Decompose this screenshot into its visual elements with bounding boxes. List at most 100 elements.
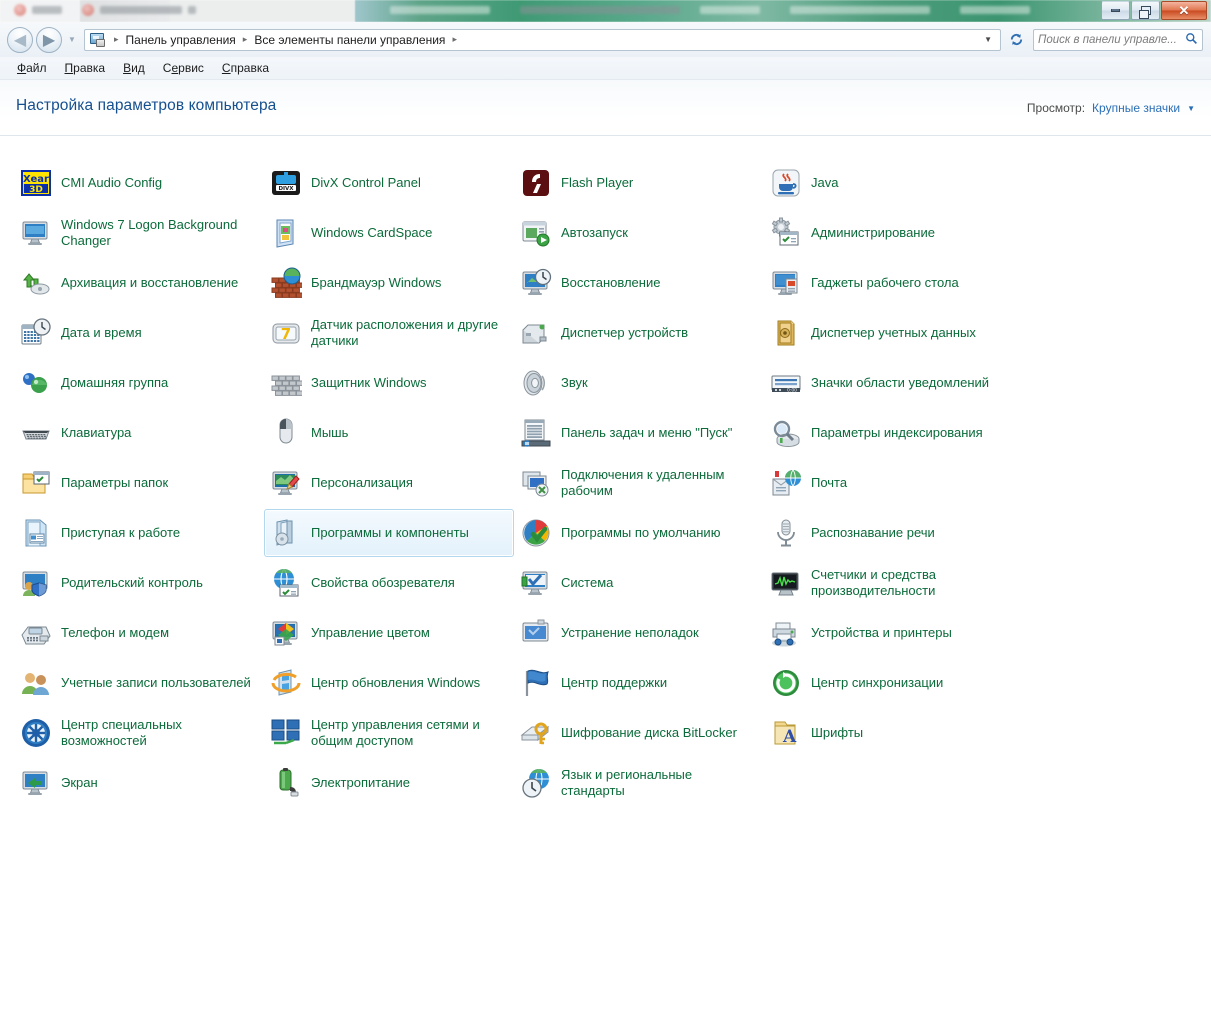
- breadcrumb-separator[interactable]: ▸: [239, 34, 252, 45]
- svg-text:3D: 3D: [29, 185, 43, 195]
- search-input[interactable]: Поиск в панели управле...: [1033, 29, 1203, 51]
- control-panel-item[interactable]: 0:00Значки области уведомлений: [764, 359, 1026, 407]
- control-panel-item[interactable]: Диспетчер учетных данных: [764, 309, 1026, 357]
- control-panel-item[interactable]: Windows CardSpace: [264, 209, 514, 257]
- control-panel-item[interactable]: Клавиатура: [14, 409, 264, 457]
- menu-file-rest: айл: [26, 61, 46, 75]
- control-panel-item[interactable]: Windows 7 Logon Background Changer: [14, 209, 264, 257]
- control-panel-item[interactable]: Персонализация: [264, 459, 514, 507]
- control-panel-item[interactable]: Диспетчер устройств: [514, 309, 764, 357]
- control-panel-item[interactable]: Система: [514, 559, 764, 607]
- control-panel-item-label: Программы по умолчанию: [561, 525, 720, 541]
- control-panel-item[interactable]: Учетные записи пользователей: [14, 659, 264, 707]
- background-tab-text: [520, 6, 680, 14]
- page-title: Настройка параметров компьютера: [16, 97, 276, 115]
- control-panel-item[interactable]: Центр поддержки: [514, 659, 764, 707]
- control-panel-item[interactable]: 7Датчик расположения и другие датчики: [264, 309, 514, 357]
- menu-edit[interactable]: Правка: [56, 59, 115, 77]
- breadcrumb[interactable]: ▸ Панель управления ▸ Все элементы панел…: [84, 29, 1001, 51]
- control-panel-item-label: Диспетчер учетных данных: [811, 325, 976, 341]
- control-panel-item[interactable]: Восстановление: [514, 259, 764, 307]
- control-panel-item[interactable]: Центр управления сетями и общим доступом: [264, 709, 514, 757]
- control-panel-item-label: Язык и региональные стандарты: [561, 767, 751, 799]
- control-panel-item-label: Центр поддержки: [561, 675, 667, 691]
- control-panel-item[interactable]: Программы и компоненты: [264, 509, 514, 557]
- menu-view[interactable]: Вид: [114, 59, 154, 77]
- breadcrumb-item-control-panel[interactable]: Панель управления: [123, 31, 239, 49]
- control-panel-item-label: Телефон и модем: [61, 625, 169, 641]
- breadcrumb-dropdown-icon[interactable]: ▼: [984, 35, 998, 44]
- refresh-button[interactable]: [1005, 29, 1027, 51]
- control-panel-item-label: Звук: [561, 375, 588, 391]
- remote-connections-icon: [520, 467, 552, 499]
- background-tab-text: [790, 6, 930, 14]
- control-panel-item[interactable]: Управление цветом: [264, 609, 514, 657]
- control-panel-item[interactable]: Гаджеты рабочего стола: [764, 259, 1026, 307]
- control-panel-item[interactable]: Параметры папок: [14, 459, 264, 507]
- control-panel-item[interactable]: Дата и время: [14, 309, 264, 357]
- control-panel-item[interactable]: Flash Player: [514, 159, 764, 207]
- menu-help[interactable]: Справка: [213, 59, 278, 77]
- control-panel-item[interactable]: Язык и региональные стандарты: [514, 759, 764, 807]
- background-tab-text: [390, 6, 490, 14]
- control-panel-item[interactable]: Распознавание речи: [764, 509, 1026, 557]
- chevron-down-icon[interactable]: ▼: [1187, 104, 1195, 113]
- control-panel-item[interactable]: Центр специальных возможностей: [14, 709, 264, 757]
- menu-tools[interactable]: Сервис: [154, 59, 213, 77]
- control-panel-item[interactable]: Xear3DCMI Audio Config: [14, 159, 264, 207]
- color-management-icon: [270, 617, 302, 649]
- control-panel-item[interactable]: Шифрование диска BitLocker: [514, 709, 764, 757]
- forward-button[interactable]: ▶: [36, 27, 62, 53]
- control-panel-item[interactable]: Брандмауэр Windows: [264, 259, 514, 307]
- control-panel-item-label: Подключения к удаленным рабочим: [561, 467, 751, 499]
- control-panel-item[interactable]: Подключения к удаленным рабочим: [514, 459, 764, 507]
- control-panel-item[interactable]: Мышь: [264, 409, 514, 457]
- control-panel-item[interactable]: Автозапуск: [514, 209, 764, 257]
- power-options-icon: [270, 767, 302, 799]
- control-panel-item[interactable]: Параметры индексирования: [764, 409, 1026, 457]
- menu-file[interactable]: Файл: [8, 59, 56, 77]
- control-panel-item[interactable]: Электропитание: [264, 759, 514, 807]
- maximize-button[interactable]: [1131, 1, 1160, 20]
- recent-pages-button[interactable]: ▼: [65, 27, 79, 53]
- control-panel-item[interactable]: Экран: [14, 759, 264, 807]
- background-tab-text: [188, 6, 196, 14]
- control-panel-item[interactable]: Домашняя группа: [14, 359, 264, 407]
- control-panel-item[interactable]: Родительский контроль: [14, 559, 264, 607]
- control-panel-item[interactable]: Панель задач и меню "Пуск": [514, 409, 764, 457]
- device-manager-icon: [520, 317, 552, 349]
- control-panel-item-label: Электропитание: [311, 775, 410, 791]
- phone-modem-icon: [20, 617, 52, 649]
- autoplay-icon: [520, 217, 552, 249]
- control-panel-item[interactable]: DIVXDivX Control Panel: [264, 159, 514, 207]
- breadcrumb-item-all-items[interactable]: Все элементы панели управления: [251, 31, 448, 49]
- control-panel-item[interactable]: Программы по умолчанию: [514, 509, 764, 557]
- control-panel-item[interactable]: Java: [764, 159, 1026, 207]
- control-panel-item[interactable]: Свойства обозревателя: [264, 559, 514, 607]
- control-panel-item-label: Устройства и принтеры: [811, 625, 952, 641]
- keyboard-icon: [20, 417, 52, 449]
- control-panel-item-label: CMI Audio Config: [61, 175, 162, 191]
- view-value[interactable]: Крупные значки: [1092, 101, 1180, 115]
- flash-player-icon: [520, 167, 552, 199]
- view-selector: Просмотр: Крупные значки ▼: [1027, 101, 1195, 115]
- control-panel-item[interactable]: Архивация и восстановление: [14, 259, 264, 307]
- control-panel-item[interactable]: Счетчики и средства производительности: [764, 559, 1026, 607]
- control-panel-item[interactable]: Защитник Windows: [264, 359, 514, 407]
- control-panel-item[interactable]: Центр синхронизации: [764, 659, 1026, 707]
- control-panel-item[interactable]: Почта: [764, 459, 1026, 507]
- control-panel-item[interactable]: AШрифты: [764, 709, 1026, 757]
- control-panel-item[interactable]: Устранение неполадок: [514, 609, 764, 657]
- close-button[interactable]: ✕: [1161, 1, 1207, 20]
- control-panel-item[interactable]: Администрирование: [764, 209, 1026, 257]
- control-panel-item[interactable]: Центр обновления Windows: [264, 659, 514, 707]
- control-panel-item-label: Персонализация: [311, 475, 413, 491]
- control-panel-item[interactable]: Устройства и принтеры: [764, 609, 1026, 657]
- control-panel-item[interactable]: Приступая к работе: [14, 509, 264, 557]
- back-button[interactable]: ◀: [7, 27, 33, 53]
- breadcrumb-separator[interactable]: ▸: [448, 34, 461, 45]
- control-panel-item[interactable]: Звук: [514, 359, 764, 407]
- mouse-icon: [270, 417, 302, 449]
- control-panel-item[interactable]: Телефон и модем: [14, 609, 264, 657]
- minimize-button[interactable]: [1101, 1, 1130, 20]
